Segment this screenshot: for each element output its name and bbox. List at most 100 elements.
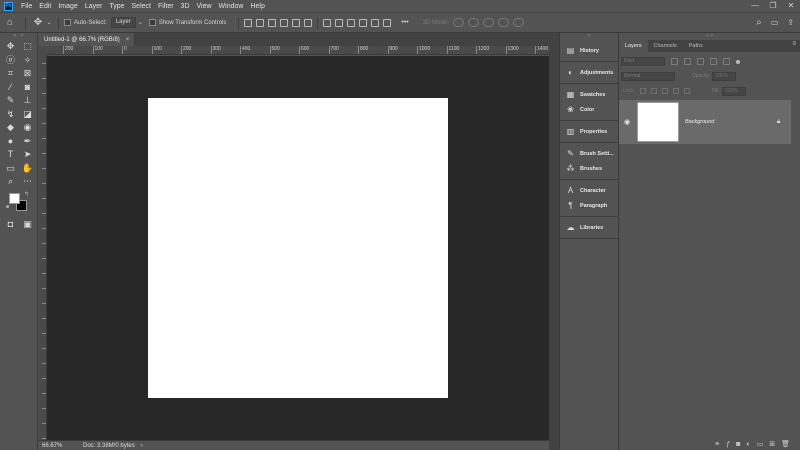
eyedropper-tool-icon[interactable]: ⁄: [2, 81, 19, 95]
canvas-area[interactable]: [47, 56, 549, 440]
filter-toggle-icon[interactable]: [736, 59, 740, 64]
menu-image[interactable]: Image: [56, 3, 82, 10]
delete-layer-icon[interactable]: 🗑︎: [781, 440, 790, 448]
type-tool-icon[interactable]: T: [2, 148, 19, 162]
search-icon[interactable]: ⌕: [756, 17, 762, 28]
foreground-color-swatch[interactable]: [9, 192, 20, 204]
panel-collapse-grip[interactable]: » ×: [619, 33, 800, 39]
panel-character[interactable]: A Character: [565, 183, 618, 198]
add-mask-icon[interactable]: ◙: [736, 441, 740, 448]
pen-tool-icon[interactable]: ✒: [19, 135, 36, 149]
frame-tool-icon[interactable]: ⊠: [19, 67, 36, 81]
paint-bucket-tool-icon[interactable]: ◆: [2, 121, 19, 135]
chevron-down-icon[interactable]: ⌄: [136, 19, 145, 26]
lock-all-icon[interactable]: [683, 88, 690, 94]
magic-wand-tool-icon[interactable]: ✧: [19, 54, 36, 68]
distribute-top-icon[interactable]: [323, 18, 332, 27]
menu-filter[interactable]: Filter: [156, 3, 179, 10]
panel-properties[interactable]: ▥ Properties: [565, 124, 618, 139]
status-menu-arrow-icon[interactable]: ›: [141, 443, 143, 449]
crop-tool-icon[interactable]: ⌗: [2, 67, 19, 81]
new-adjustment-layer-icon[interactable]: ◐: [746, 441, 750, 448]
edit-toolbar-icon[interactable]: ⋯: [19, 175, 36, 189]
swap-colors-icon[interactable]: ↰: [24, 191, 29, 198]
menu-layer[interactable]: Layer: [83, 3, 108, 10]
align-vcenter-icon[interactable]: [256, 18, 265, 27]
hand-tool-icon[interactable]: ✋: [19, 162, 36, 176]
document-tab[interactable]: Untitled-1 @ 66.7% (RGB/8) ×: [39, 33, 135, 46]
menu-file[interactable]: File: [19, 3, 37, 10]
distribute-vcenter-icon[interactable]: [335, 18, 344, 27]
document-canvas[interactable]: [148, 98, 448, 398]
tool-preset-chevron-icon[interactable]: ⌄: [45, 19, 53, 26]
auto-select-checkbox[interactable]: [64, 19, 71, 26]
panel-brush-settings[interactable]: ✎ Brush Setti...: [565, 146, 618, 161]
minimize-button[interactable]: —: [746, 0, 764, 12]
lock-image-icon[interactable]: [650, 88, 657, 94]
filter-type-icon[interactable]: [697, 58, 704, 65]
close-tab-icon[interactable]: ×: [126, 37, 130, 43]
distribute-left-icon[interactable]: [359, 18, 368, 27]
zoom-level[interactable]: 66.67%: [39, 443, 83, 449]
tab-channels[interactable]: Channels: [648, 40, 683, 52]
distribute-bottom-icon[interactable]: [347, 18, 356, 27]
menu-view[interactable]: View: [195, 3, 217, 10]
rectangle-tool-icon[interactable]: ▭: [2, 162, 19, 176]
screen-mode-icon[interactable]: ▣: [19, 218, 36, 232]
filter-shape-icon[interactable]: [710, 58, 717, 65]
filter-adjustment-icon[interactable]: [684, 58, 691, 65]
align-bottom-icon[interactable]: [268, 18, 277, 27]
lock-transparent-icon[interactable]: [639, 88, 646, 94]
tab-paths[interactable]: Paths: [683, 40, 709, 52]
layer-kind-filter-dropdown[interactable]: Kind: [621, 57, 665, 66]
panel-paragraph[interactable]: ¶ Paragraph: [565, 198, 618, 213]
zoom-tool-icon[interactable]: ⌕: [2, 175, 19, 189]
clone-stamp-tool-icon[interactable]: ⊥: [19, 94, 36, 108]
marquee-tool-icon[interactable]: ⬚: [19, 40, 36, 54]
path-selection-tool-icon[interactable]: ➤: [19, 148, 36, 162]
layer-row[interactable]: ◉ Background 🔒︎: [619, 100, 791, 144]
brush-tool-icon[interactable]: ✎: [2, 94, 19, 108]
align-hcenter-icon[interactable]: [292, 18, 301, 27]
restore-button[interactable]: ❐: [764, 0, 782, 12]
show-transform-checkbox[interactable]: [148, 19, 156, 26]
history-brush-tool-icon[interactable]: ↯: [2, 108, 19, 122]
blend-mode-dropdown[interactable]: Normal: [621, 71, 675, 81]
spot-healing-tool-icon[interactable]: ◙: [19, 81, 36, 95]
workspace-icon[interactable]: ▭: [771, 18, 779, 27]
panel-libraries[interactable]: ☁ Libraries: [565, 220, 618, 235]
menu-type[interactable]: Type: [107, 3, 129, 10]
opacity-field[interactable]: 100%: [712, 71, 737, 81]
visibility-eye-icon[interactable]: ◉: [619, 118, 635, 126]
auto-select-target-dropdown[interactable]: Layer: [110, 17, 136, 28]
panel-collapse-grip[interactable]: » ×: [0, 33, 38, 40]
panel-brushes[interactable]: ⁂ Brushes: [565, 161, 618, 176]
menu-3d[interactable]: 3D: [179, 3, 195, 10]
default-colors-icon[interactable]: ■: [6, 204, 9, 210]
layer-style-icon[interactable]: ƒ: [726, 441, 730, 448]
panel-color[interactable]: ❀ Color: [565, 102, 618, 117]
menu-edit[interactable]: Edit: [37, 3, 56, 10]
new-layer-icon[interactable]: ⊞: [769, 440, 775, 448]
filter-smart-object-icon[interactable]: [723, 58, 730, 65]
quick-mask-icon[interactable]: ◘: [2, 218, 19, 232]
menu-select[interactable]: Select: [130, 3, 156, 10]
fill-field[interactable]: 100%: [721, 86, 746, 96]
align-top-icon[interactable]: [244, 18, 253, 27]
align-left-icon[interactable]: [280, 18, 289, 27]
home-icon[interactable]: ⌂: [0, 17, 20, 28]
move-tool-icon[interactable]: ✥: [31, 17, 45, 28]
panel-adjustments[interactable]: ◐ Adjustments: [565, 65, 618, 80]
filter-pixel-icon[interactable]: [671, 58, 678, 65]
lock-artboard-icon[interactable]: [672, 88, 679, 94]
close-button[interactable]: ✕: [782, 0, 800, 12]
menu-window[interactable]: Window: [217, 3, 249, 10]
tab-layers[interactable]: Layers: [619, 40, 648, 52]
panel-expand-grip[interactable]: «: [560, 33, 618, 40]
link-layers-icon[interactable]: ⚭: [714, 440, 720, 448]
share-icon[interactable]: ⇪: [787, 18, 794, 27]
lasso-tool-icon[interactable]: ⓞ: [2, 54, 19, 68]
dodge-tool-icon[interactable]: ●: [2, 135, 19, 149]
lock-position-icon[interactable]: [661, 88, 668, 94]
panel-swatches[interactable]: ▦ Swatches: [565, 87, 618, 102]
